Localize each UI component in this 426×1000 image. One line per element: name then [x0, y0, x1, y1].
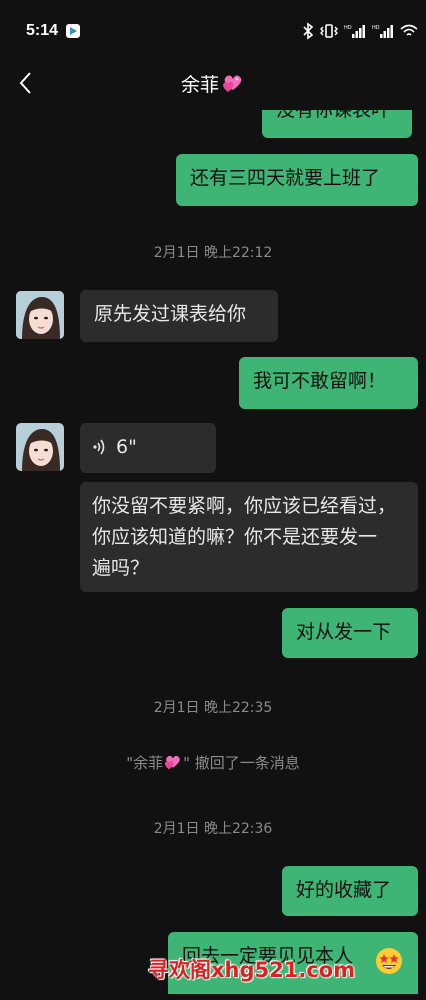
message-bubble-sent[interactable]: 我可不敢留啊！ — [239, 357, 418, 409]
message-bubble-sent[interactable]: 好的收藏了 — [282, 866, 418, 916]
message-timestamp: 2月1日 晚上22:36 — [153, 821, 273, 837]
message-text-line: 你没留不要紧啊，你应该已经看过， — [92, 495, 397, 517]
star-struck-emoji — [376, 948, 402, 974]
recall-notice-suffix: " 撤回了一条消息 — [183, 754, 300, 772]
contact-avatar[interactable] — [16, 291, 64, 339]
message-text-line: 遍吗？ — [92, 557, 150, 579]
message-bubble-sent[interactable]: 还有三四天就要上班了 — [176, 154, 418, 206]
chat-screen: 5:14 HD HD 没有你课表吖 余菲 还有三四天就要上班了 2月1日 晚上2… — [0, 0, 426, 1000]
signal-icon: HD — [344, 25, 365, 38]
voice-message-bubble[interactable]: 6" — [80, 423, 216, 473]
bluetooth-icon — [303, 22, 314, 40]
message-text: 原先发过课表给你 — [94, 303, 247, 325]
message-bubble-received[interactable]: 原先发过课表给你 — [80, 290, 278, 342]
two-hearts-emoji — [223, 75, 242, 92]
message-timestamp: 2月1日 晚上22:35 — [153, 700, 273, 716]
message-text: 还有三四天就要上班了 — [190, 167, 381, 189]
message-text: 对从发一下 — [296, 621, 392, 643]
message-text: 好的收藏了 — [296, 879, 392, 901]
svg-text:HD: HD — [344, 25, 352, 31]
recall-notice: "余菲 " 撤回了一条消息 — [0, 752, 426, 773]
bottom-edge — [0, 994, 426, 1000]
status-icons: HD HD — [302, 22, 418, 40]
wifi-icon — [400, 24, 418, 36]
contact-name: 余菲 — [180, 74, 219, 96]
message-bubble-sent[interactable]: 对从发一下 — [282, 608, 418, 658]
play-store-icon — [66, 24, 80, 38]
chat-header-overlay: 余菲 — [0, 60, 426, 108]
signal-icon: HD — [372, 25, 393, 38]
two-hearts-emoji — [164, 755, 180, 770]
message-bubble-received[interactable]: 你没留不要紧啊，你应该已经看过， 你应该知道的嘛？你不是还要发一 遍吗？ — [80, 482, 418, 592]
contact-avatar[interactable] — [16, 423, 64, 471]
message-text-line: 你应该知道的嘛？你不是还要发一 — [92, 526, 378, 548]
vibrate-icon — [320, 24, 338, 38]
message-text: 我可不敢留啊！ — [253, 370, 387, 392]
status-time: 5:14 — [26, 22, 59, 39]
watermark-text: 寻欢阁xhg521.com — [148, 958, 356, 982]
voice-wave-icon — [93, 439, 105, 455]
message-timestamp: 2月1日 晚上22:12 — [153, 245, 273, 261]
recall-notice-prefix: "余菲 — [126, 754, 164, 772]
voice-duration: 6" — [116, 436, 137, 458]
svg-text:HD: HD — [372, 25, 380, 31]
chat-title[interactable]: 余菲 — [0, 70, 426, 97]
status-bar: 5:14 HD HD — [0, 0, 426, 56]
